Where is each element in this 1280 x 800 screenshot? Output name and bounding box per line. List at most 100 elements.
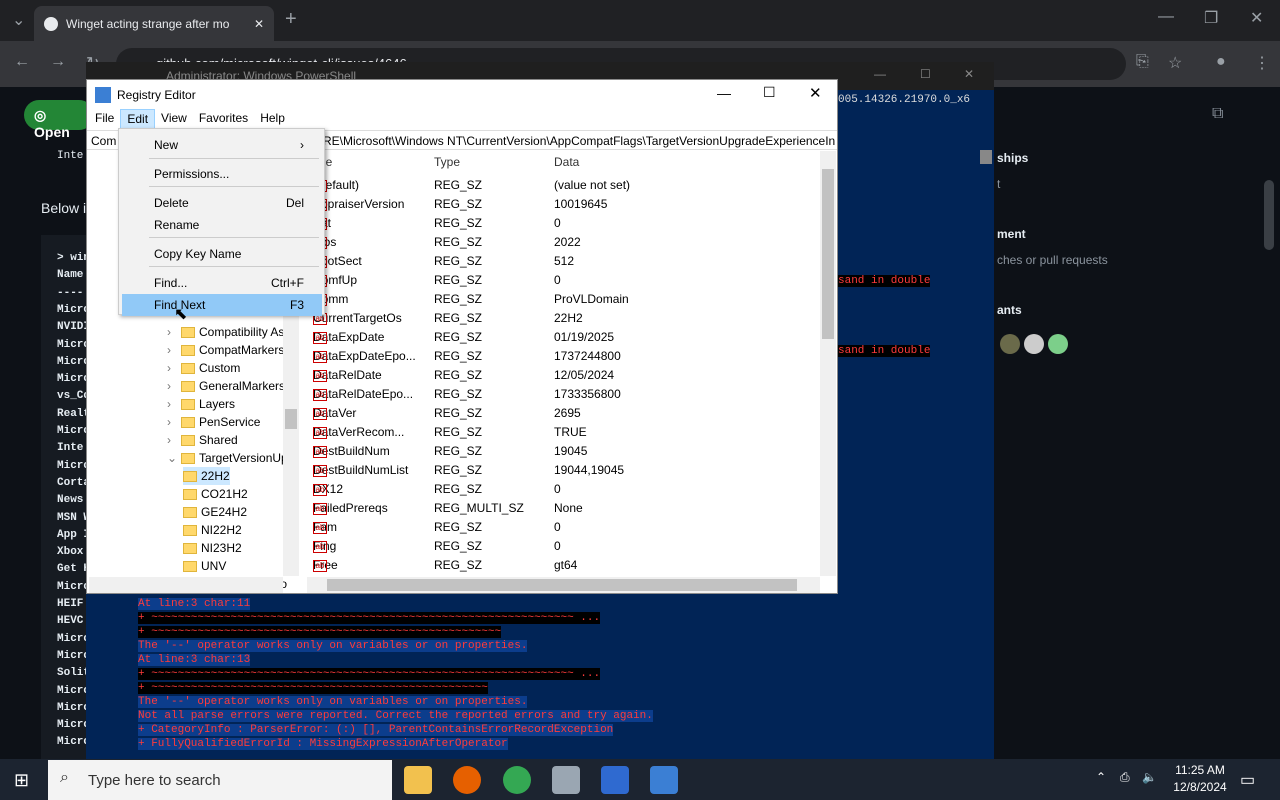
avatar[interactable]	[1000, 334, 1020, 354]
tree-expand-icon[interactable]: ›	[167, 325, 177, 339]
tree-node[interactable]: › Shared	[167, 431, 238, 449]
tree-node[interactable]: › CompatMarkers	[167, 341, 284, 359]
menu-edit[interactable]: Edit	[120, 109, 156, 129]
tree-expand-icon[interactable]: ›	[167, 397, 177, 411]
registry-value-row[interactable]: ab(Default)REG_SZ(value not set)	[307, 176, 817, 195]
menu-favorites[interactable]: Favorites	[193, 109, 254, 129]
tree-node[interactable]: UNV	[183, 557, 226, 575]
list-hscrollbar[interactable]	[307, 577, 820, 593]
tree-node[interactable]: › PenService	[167, 413, 260, 431]
menu-item-find[interactable]: Find... Ctrl+F	[122, 272, 322, 294]
menu-item-rename[interactable]: Rename	[122, 214, 322, 236]
registry-value-row[interactable]: abAppraiserVersion REG_SZ 10019645	[307, 195, 817, 214]
registry-value-row[interactable]: abCommREG_SZProVLDomain	[307, 290, 817, 309]
file-explorer-icon[interactable]	[404, 766, 432, 794]
copy-icon[interactable]: ⧉	[1212, 105, 1223, 123]
network-icon[interactable]: ⎙	[1120, 770, 1130, 785]
minimize-icon[interactable]: —	[1158, 8, 1174, 26]
tree-node[interactable]: › Custom	[167, 359, 240, 377]
menu-item-label: Find...	[154, 276, 188, 290]
menu-help[interactable]: Help	[254, 109, 291, 129]
menu-icon[interactable]: ⋮	[1254, 53, 1270, 73]
app-icon[interactable]	[552, 766, 580, 794]
column-header[interactable]: Data	[554, 155, 579, 169]
registry-value-row[interactable]: ab DataRelDateEpo... REG_SZ 1733356800	[307, 385, 817, 404]
new-tab-button[interactable]: +	[285, 8, 297, 31]
registry-value-row[interactable]: ab Fing REG_SZ 0	[307, 537, 817, 556]
menu-item-find-next[interactable]: Find Next F3	[122, 294, 322, 316]
registry-value-row[interactable]: ab Fam REG_SZ 0	[307, 518, 817, 537]
registry-value-row[interactable]: ab Free REG_SZ gt64	[307, 556, 817, 575]
tree-expand-icon[interactable]: ⌄	[167, 451, 177, 465]
tree-node[interactable]: NI23H2	[183, 539, 242, 557]
menu-file[interactable]: File	[89, 109, 120, 129]
back-icon[interactable]: ←	[14, 53, 30, 71]
windows-start-icon[interactable]: ⊞	[14, 770, 29, 791]
restore-icon[interactable]: ❐	[1204, 8, 1218, 28]
menu-item-delete[interactable]: Delete Del	[122, 192, 322, 214]
menu-view[interactable]: View	[155, 109, 193, 129]
tree-node[interactable]: › Layers	[167, 395, 235, 413]
value-type: REG_SZ	[434, 273, 483, 287]
tree-expand-icon[interactable]: ›	[167, 379, 177, 393]
regedit-close-icon[interactable]: ✕	[809, 84, 822, 102]
tree-expand-icon[interactable]: ›	[167, 361, 177, 375]
tree-expand-icon[interactable]: ›	[167, 433, 177, 447]
install-icon[interactable]: ⎘	[1136, 53, 1149, 71]
tree-node[interactable]: › GeneralMarkers	[167, 377, 285, 395]
registry-value-row[interactable]: abBiosREG_SZ2022	[307, 233, 817, 252]
notification-icon[interactable]: ▭	[1240, 770, 1255, 790]
tree-node[interactable]: GE24H2	[183, 503, 247, 521]
tree-expand-icon[interactable]: ›	[167, 415, 177, 429]
regedit-minimize-icon[interactable]: —	[717, 85, 731, 101]
menu-item-new[interactable]: New ›	[122, 134, 322, 156]
volume-icon[interactable]: 🔈	[1142, 770, 1157, 784]
registry-value-row[interactable]: ab DataRelDate REG_SZ 12/05/2024	[307, 366, 817, 385]
tab-search-icon[interactable]: ⌄	[12, 10, 25, 30]
forward-icon[interactable]: →	[50, 53, 66, 71]
tree-hscrollbar[interactable]	[89, 577, 283, 593]
registry-value-row[interactable]: ab DestBuildNumList REG_SZ 19044,19045	[307, 461, 817, 480]
registry-value-row[interactable]: ab DX12 REG_SZ 0	[307, 480, 817, 499]
registry-value-row[interactable]: abBatREG_SZ0	[307, 214, 817, 233]
tree-expand-icon[interactable]: ›	[167, 343, 177, 357]
taskbar-clock[interactable]: 11:25 AM 12/8/2024	[1160, 762, 1240, 796]
avatar[interactable]	[1024, 334, 1044, 354]
menu-item-permissions[interactable]: Permissions...	[122, 163, 322, 185]
close-window-icon[interactable]: ✕	[1250, 8, 1263, 28]
registry-value-row[interactable]: abComfUpREG_SZ0	[307, 271, 817, 290]
menu-item-copy-key-name[interactable]: Copy Key Name	[122, 243, 322, 265]
column-header[interactable]: Type	[434, 155, 460, 169]
registry-value-row[interactable]: ab CurrentTargetOs REG_SZ 22H2	[307, 309, 817, 328]
ps-close-icon[interactable]: ✕	[964, 67, 974, 81]
ps-minimize-icon[interactable]: —	[874, 67, 886, 81]
regedit-taskbar-icon[interactable]	[650, 766, 678, 794]
powershell-taskbar-icon[interactable]	[601, 766, 629, 794]
tree-node[interactable]: 22H2	[183, 467, 230, 485]
close-tab-icon[interactable]: ✕	[254, 17, 264, 31]
taskbar-search[interactable]: ⌕ Type here to search	[48, 760, 392, 800]
page-scrollbar[interactable]	[1264, 180, 1274, 250]
browser-tab[interactable]: Winget acting strange after mo ✕	[34, 6, 274, 41]
tree-node[interactable]: ⌄ TargetVersionUpg	[167, 449, 294, 467]
avatar[interactable]	[1048, 334, 1068, 354]
registry-value-row[interactable]: ab DataVerRecom... REG_SZ TRUE	[307, 423, 817, 442]
firefox-icon[interactable]	[453, 766, 481, 794]
registry-value-row[interactable]: ab FailedPrereqs REG_MULTI_SZ None	[307, 499, 817, 518]
tree-node[interactable]: › Compatibility As	[167, 323, 284, 341]
chrome-icon[interactable]	[503, 766, 531, 794]
registry-value-row[interactable]: ab DataExpDate REG_SZ 01/19/2025	[307, 328, 817, 347]
tray-chevron-icon[interactable]: ⌃	[1096, 770, 1106, 784]
ps-scrollbar-thumb[interactable]	[980, 150, 992, 164]
registry-value-row[interactable]: ab DataVer REG_SZ 2695	[307, 404, 817, 423]
tree-node[interactable]: NI22H2	[183, 521, 242, 539]
registry-value-row[interactable]: ab DestBuildNum REG_SZ 19045	[307, 442, 817, 461]
registry-value-row[interactable]: ab DataExpDateEpo... REG_SZ 1737244800	[307, 347, 817, 366]
profile-icon[interactable]: ●	[1216, 53, 1226, 71]
regedit-maximize-icon[interactable]: ☐	[763, 84, 776, 101]
list-scrollbar[interactable]	[820, 151, 836, 576]
bookmark-star-icon[interactable]: ☆	[1168, 53, 1182, 73]
tree-node[interactable]: CO21H2	[183, 485, 248, 503]
ps-maximize-icon[interactable]: ☐	[920, 67, 931, 81]
registry-value-row[interactable]: abBootSectREG_SZ512	[307, 252, 817, 271]
